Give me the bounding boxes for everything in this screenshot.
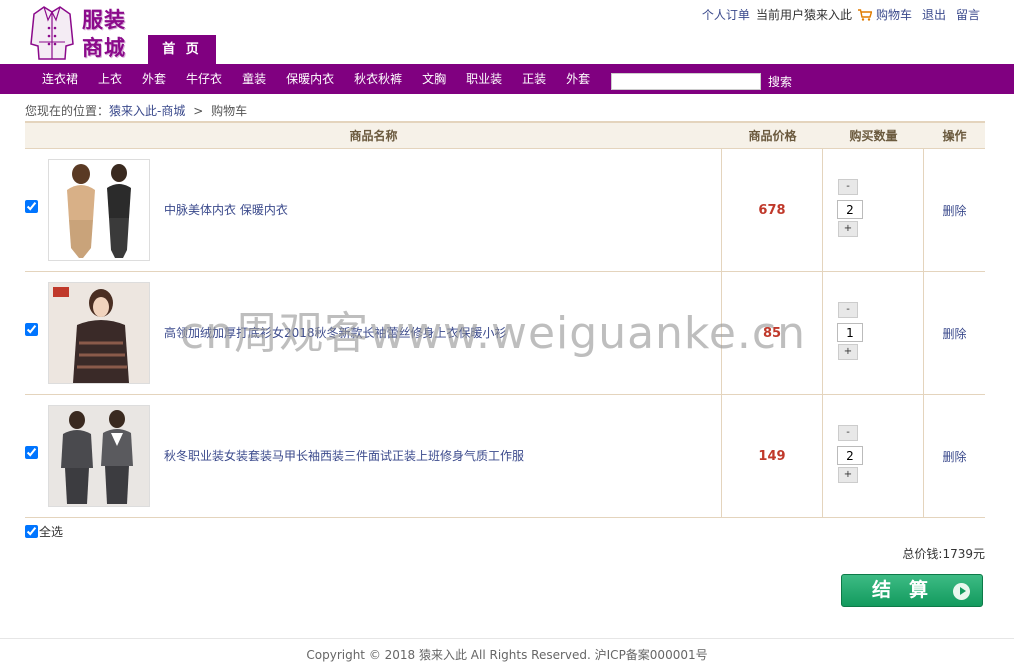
- product-price: 678: [722, 149, 823, 271]
- header-price: 商品价格: [748, 129, 797, 143]
- home-tab[interactable]: 首 页: [148, 35, 216, 64]
- cart-icon[interactable]: [857, 8, 872, 21]
- product-name-link[interactable]: 秋冬职业装女装套装马甲长袖西装三件面试正装上班修身气质工作服: [164, 447, 524, 464]
- current-user-label: 当前用户猿来入此: [755, 8, 852, 22]
- nav-item[interactable]: 童装: [232, 64, 276, 94]
- quantity-stepper: - +: [823, 272, 924, 394]
- header-op: 操作: [942, 129, 967, 143]
- nav-item[interactable]: 外套: [132, 64, 176, 94]
- nav-item[interactable]: 保暖内衣: [276, 64, 344, 94]
- product-image[interactable]: [48, 282, 150, 384]
- product-price: 85: [722, 272, 823, 394]
- category-nav: 连衣裙 上衣 外套 牛仔衣 童装 保暖内衣 秋衣秋裤 文胸 职业装 正装 外套: [0, 64, 1014, 94]
- qty-plus-button[interactable]: +: [838, 344, 858, 360]
- qty-minus-button[interactable]: -: [838, 302, 858, 318]
- row-checkbox[interactable]: [25, 323, 38, 336]
- header-qty: 购买数量: [849, 129, 898, 143]
- nav-item[interactable]: 牛仔衣: [176, 64, 232, 94]
- nav-items: 连衣裙 上衣 外套 牛仔衣 童装 保暖内衣 秋衣秋裤 文胸 职业装 正装 外套: [32, 64, 600, 94]
- qty-plus-button[interactable]: +: [838, 221, 858, 237]
- qty-minus-button[interactable]: -: [838, 179, 858, 195]
- header-name: 商品名称: [349, 129, 398, 143]
- quantity-stepper: - +: [823, 149, 924, 271]
- nav-item[interactable]: 上衣: [88, 64, 132, 94]
- qty-minus-button[interactable]: -: [838, 425, 858, 441]
- select-all[interactable]: 全选: [25, 523, 63, 540]
- breadcrumb-current: 购物车: [211, 104, 248, 118]
- row-checkbox[interactable]: [25, 446, 38, 459]
- breadcrumb-prefix: 您现在的位置：: [25, 104, 110, 118]
- delete-link[interactable]: 删除: [942, 325, 966, 342]
- qty-input[interactable]: [837, 323, 863, 342]
- total-price: 总价钱:1739元: [902, 547, 985, 561]
- qty-input[interactable]: [837, 200, 863, 219]
- product-name-link[interactable]: 中脉美体内衣 保暖内衣: [164, 201, 288, 218]
- message-link[interactable]: 留言: [956, 6, 980, 23]
- checkout-button[interactable]: 结算: [841, 574, 983, 607]
- my-orders-link[interactable]: 个人订单: [702, 6, 750, 23]
- delete-link[interactable]: 删除: [942, 448, 966, 465]
- coat-icon: [30, 6, 74, 60]
- nav-item[interactable]: 秋衣秋裤: [344, 64, 412, 94]
- qty-plus-button[interactable]: +: [838, 467, 858, 483]
- breadcrumb: 您现在的位置：猿来入此-商城 > 购物车: [25, 102, 247, 119]
- cart-table: 商品名称 商品价格 购买数量 操作 中脉美体内衣 保暖内衣 678 - 2 + …: [25, 121, 985, 518]
- product-image[interactable]: [48, 405, 150, 507]
- search-button[interactable]: 搜索: [768, 72, 792, 92]
- select-all-checkbox[interactable]: [25, 525, 38, 538]
- cart-row: 秋冬职业装女装套装马甲长袖西装三件面试正装上班修身气质工作服 149 - + 删…: [25, 395, 985, 518]
- product-cell: 秋冬职业装女装套装马甲长袖西装三件面试正装上班修身气质工作服: [25, 395, 722, 517]
- qty-input[interactable]: [837, 446, 863, 465]
- nav-item[interactable]: 文胸: [412, 64, 456, 94]
- logo-line-2: 商城: [82, 35, 126, 60]
- row-checkbox[interactable]: [25, 200, 38, 213]
- nav-item[interactable]: 职业装: [456, 64, 512, 94]
- breadcrumb-home-link[interactable]: 猿来入此-商城: [109, 104, 185, 118]
- nav-item[interactable]: 连衣裙: [32, 64, 88, 94]
- checkout-label: 结算: [872, 579, 947, 601]
- product-cell: 高领加绒加厚打底衫女2018秋冬新款长袖蕾丝修身上衣保暖小衫: [25, 272, 722, 394]
- cart-row: 中脉美体内衣 保暖内衣 678 - + 删除: [25, 149, 985, 272]
- quantity-stepper: - +: [823, 395, 924, 517]
- logout-link[interactable]: 退出: [922, 6, 946, 23]
- product-name-link[interactable]: 高领加绒加厚打底衫女2018秋冬新款长袖蕾丝修身上衣保暖小衫: [164, 324, 507, 341]
- select-all-label: 全选: [39, 525, 64, 539]
- header: 服装 商城 首 页 个人订单 当前用户猿来入此 购物车 退出 留言: [0, 0, 1014, 64]
- cart-row: 高领加绒加厚打底衫女2018秋冬新款长袖蕾丝修身上衣保暖小衫 85 - + 删除: [25, 272, 985, 395]
- footer: Copyright © 2018 猿来入此 All Rights Reserve…: [0, 638, 1014, 671]
- operation-cell: 删除: [924, 395, 985, 517]
- delete-link[interactable]: 删除: [942, 202, 966, 219]
- nav-item[interactable]: 外套: [556, 64, 600, 94]
- operation-cell: 删除: [924, 272, 985, 394]
- logo-text: 服装 商城: [82, 6, 126, 62]
- cart-table-header: 商品名称 商品价格 购买数量 操作: [25, 121, 985, 149]
- top-links: 个人订单 当前用户猿来入此 购物车 退出 留言: [702, 6, 980, 23]
- operation-cell: 删除: [924, 149, 985, 271]
- product-cell: 中脉美体内衣 保暖内衣: [25, 149, 722, 271]
- site-logo[interactable]: 服装 商城: [30, 4, 140, 62]
- cart-link[interactable]: 购物车: [876, 6, 912, 23]
- arrow-right-icon: [953, 583, 970, 600]
- logo-line-1: 服装: [82, 7, 126, 32]
- nav-item[interactable]: 正装: [512, 64, 556, 94]
- product-price: 149: [722, 395, 823, 517]
- breadcrumb-separator: >: [193, 104, 204, 118]
- product-image[interactable]: [48, 159, 150, 261]
- search-input[interactable]: [611, 73, 761, 90]
